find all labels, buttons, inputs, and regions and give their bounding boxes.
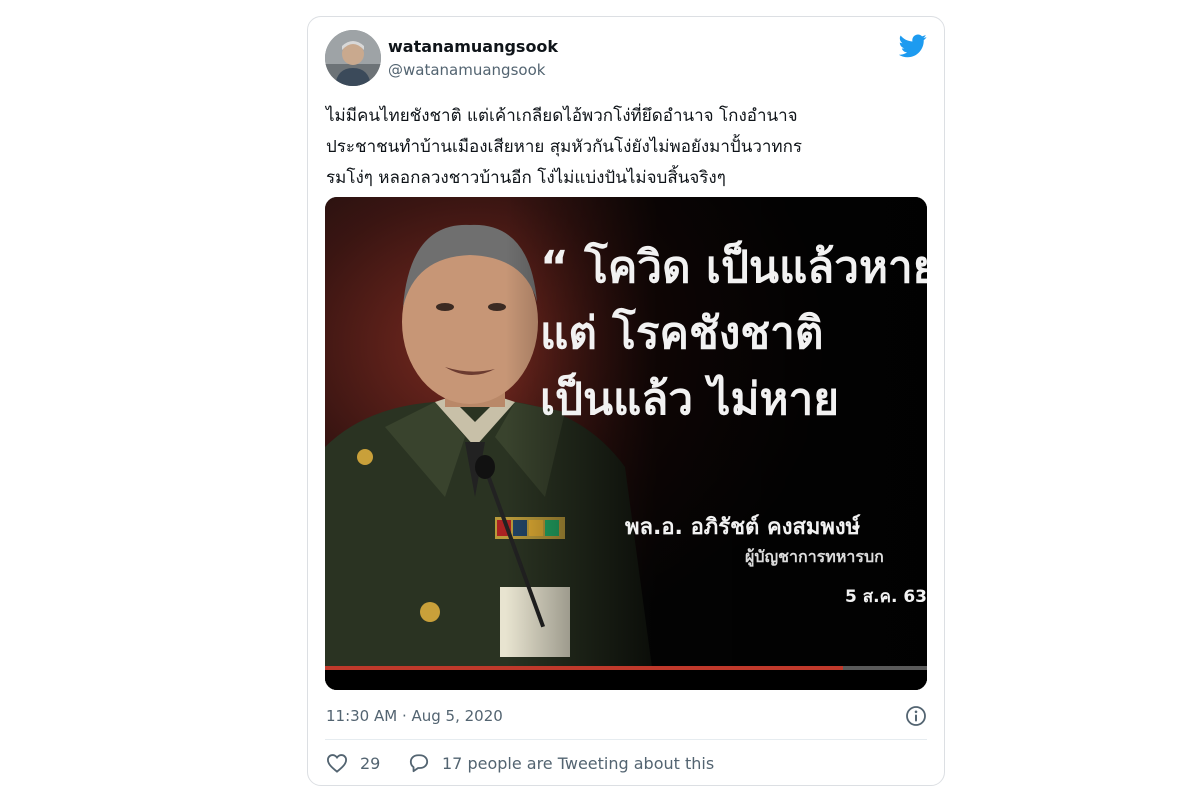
user-handle[interactable]: @watanamuangsook [388,61,545,79]
comment-icon [408,753,430,773]
tweet-timestamp[interactable]: 11:30 AM · Aug 5, 2020 [326,707,503,725]
info-icon[interactable] [905,705,927,727]
like-button[interactable]: 29 [326,753,380,773]
media-caption-name: พล.อ. อภิรัชต์ คงสมพงษ์ [625,515,861,540]
video-controls-bar [325,670,927,690]
avatar[interactable] [325,30,381,86]
media-caption-title: ผู้บัญชาการทหารบก [745,547,884,566]
like-count: 29 [360,753,381,773]
tweet-media[interactable]: “ โควิด เป็นแล้วหาย แต่ โรคชังชาติ เป็นแ… [325,197,927,690]
conversation-link[interactable]: 17 people are Tweeting about this [408,753,714,773]
tweet-card: watanamuangsook @watanamuangsook ไม่มีคน… [307,16,945,786]
media-quote-text: “ โควิด เป็นแล้วหาย แต่ โรคชังชาติ เป็นแ… [540,242,927,425]
media-caption-date: 5 ส.ค. 63 [845,587,927,607]
tweet-text: ไม่มีคนไทยชังชาติ แต่เค้าเกลียดไอ้พวกโง่… [326,106,803,188]
people-tweeting-text: 17 people are Tweeting about this [442,753,715,773]
display-name[interactable]: watanamuangsook [388,37,558,56]
twitter-bird-icon[interactable] [898,34,927,58]
heart-icon [326,753,348,773]
divider [325,739,927,740]
